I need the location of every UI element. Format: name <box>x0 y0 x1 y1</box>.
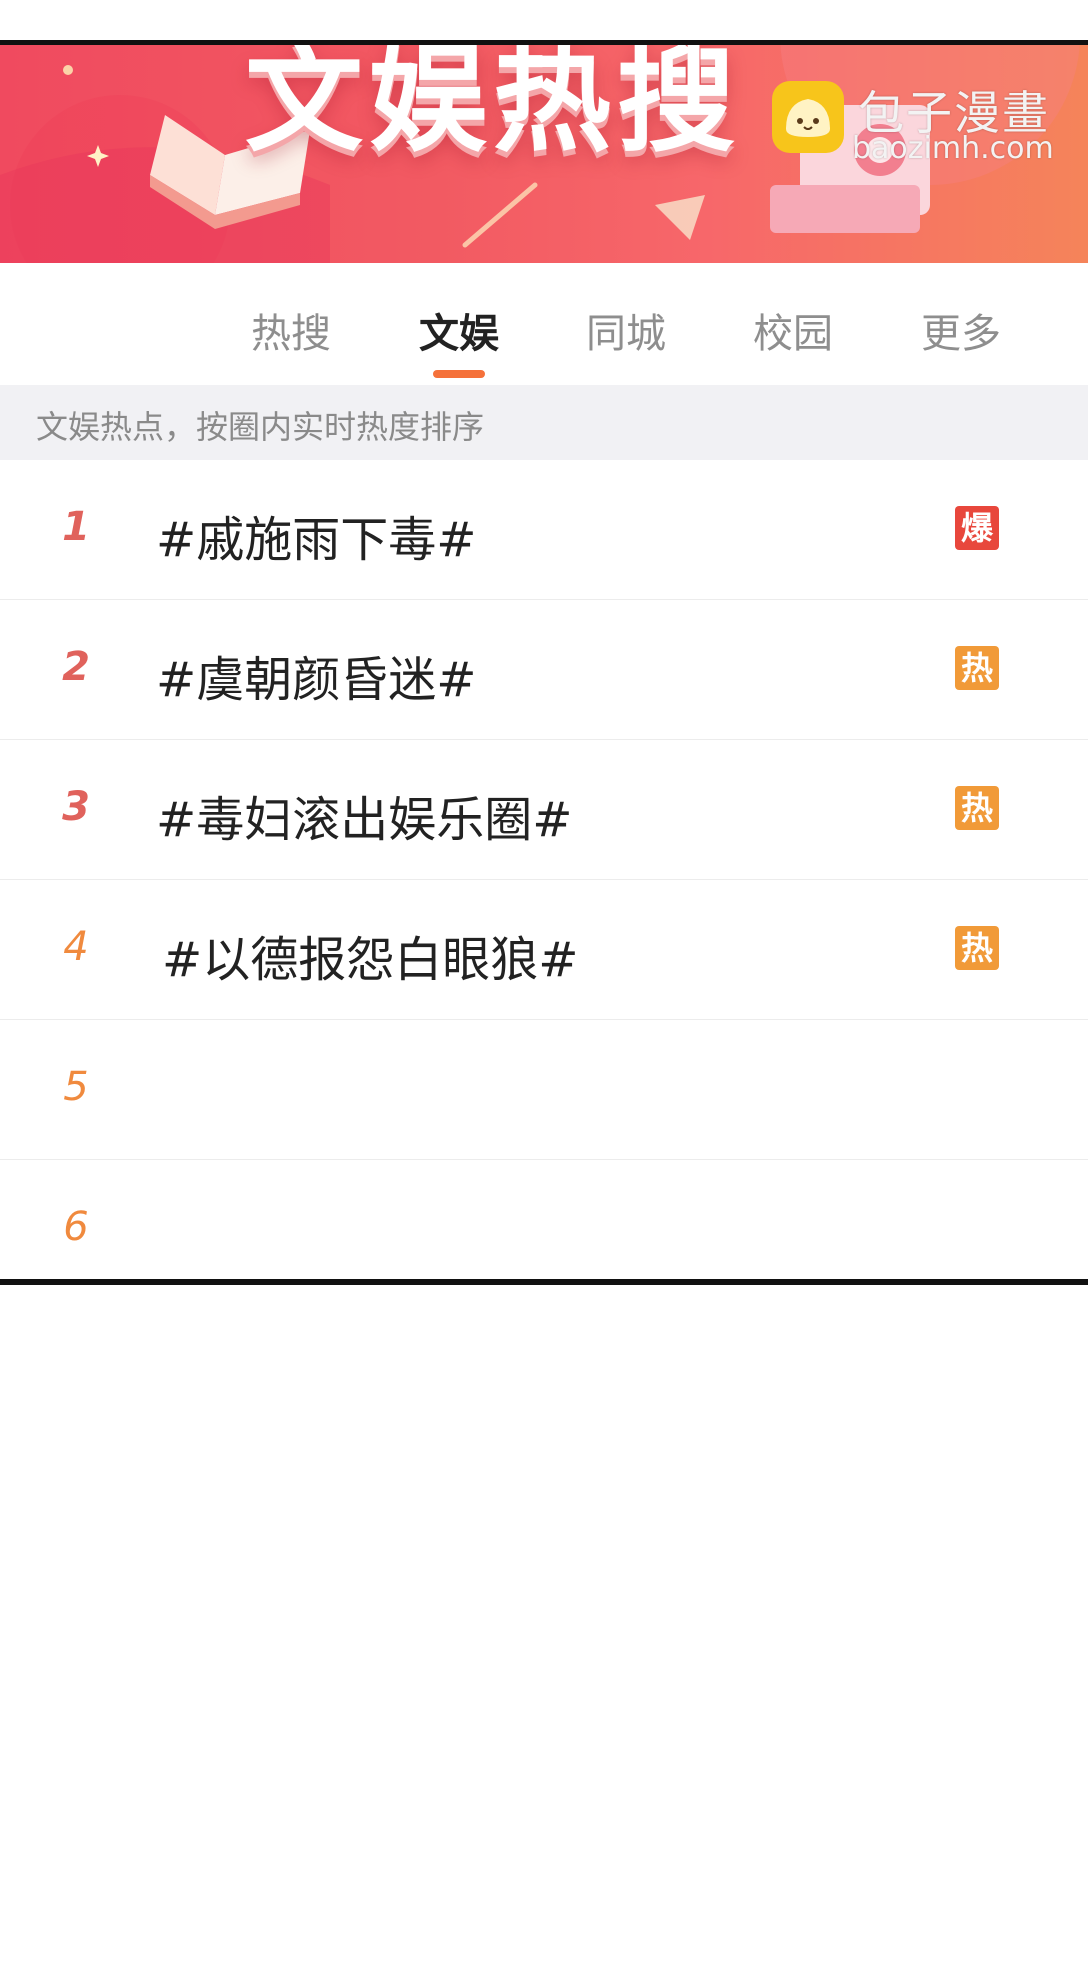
hot-search-banner: 文娱热搜 包子漫畫 baozimh.com <box>0 45 1088 263</box>
list-item[interactable]: 5 <box>0 1020 1088 1160</box>
tab-entertainment[interactable]: 文娱 <box>399 301 519 359</box>
topic-title[interactable]: #虞朝颜昏迷# <box>156 640 476 710</box>
hot-badge: 热 <box>955 926 999 970</box>
active-tab-indicator <box>433 370 485 378</box>
rank-number: 1 <box>62 504 90 550</box>
tab-more[interactable]: 更多 <box>901 301 1021 359</box>
topic-title[interactable]: #毒妇滚出娱乐圈# <box>156 780 572 850</box>
list-item[interactable]: 2 #虞朝颜昏迷# 热 <box>0 600 1088 740</box>
rank-number: 3 <box>62 784 90 830</box>
list-description-bar: 文娱热点，按圈内实时热度排序 <box>0 385 1088 460</box>
banner-title: 文娱热搜 <box>245 45 742 168</box>
watermark-domain: baozimh.com <box>852 131 1054 166</box>
watermark: 包子漫畫 baozimh.com <box>772 77 1072 166</box>
tab-hot-search[interactable]: 热搜 <box>231 301 351 359</box>
hot-badge: 热 <box>955 646 999 690</box>
hot-badge: 热 <box>955 786 999 830</box>
topic-title[interactable]: #戚施雨下毒# <box>156 500 476 570</box>
panel-bottom-border <box>0 1279 1088 1285</box>
list-item[interactable]: 3 #毒妇滚出娱乐圈# 热 <box>0 740 1088 880</box>
tab-bar: 热搜 文娱 同城 校园 更多 <box>0 263 1088 385</box>
rank-number: 2 <box>62 644 90 690</box>
list-item[interactable]: 1 #戚施雨下毒# 爆 <box>0 460 1088 600</box>
explosive-badge: 爆 <box>955 506 999 550</box>
tab-campus[interactable]: 校园 <box>733 301 853 359</box>
list-item[interactable]: 4 #以德报怨白眼狼# 热 <box>0 880 1088 1020</box>
hot-search-list: 1 #戚施雨下毒# 爆 2 #虞朝颜昏迷# 热 3 #毒妇滚出娱乐圈# 热 4 … <box>0 460 1088 1299</box>
comic-panel: 文娱热搜 包子漫畫 baozimh.com 热搜 文娱 同城 校园 更多 文娱热… <box>0 0 1088 1969</box>
tab-local[interactable]: 同城 <box>566 301 686 359</box>
topic-title[interactable]: #以德报怨白眼狼# <box>162 920 578 990</box>
rank-number: 4 <box>63 924 89 970</box>
list-description: 文娱热点，按圈内实时热度排序 <box>36 408 485 446</box>
rank-number: 6 <box>63 1204 89 1250</box>
rank-number: 5 <box>63 1064 89 1110</box>
watermark-logo-icon <box>772 81 844 153</box>
